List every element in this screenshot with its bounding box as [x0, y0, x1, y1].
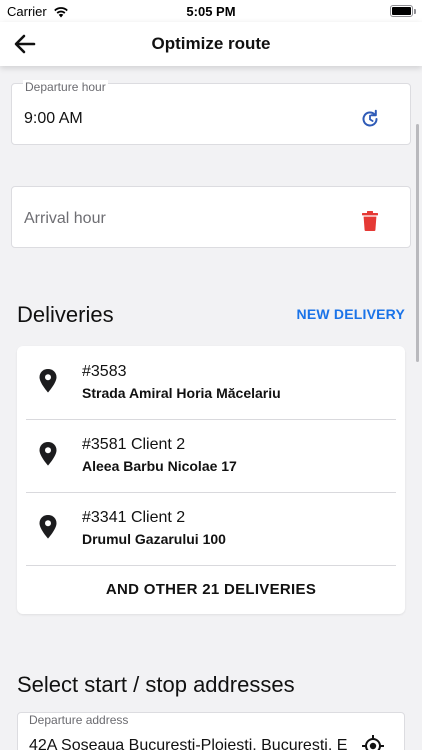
departure-address-field[interactable]: Departure address 42A Soseaua Bucuresti-…: [17, 712, 405, 750]
departure-hour-field[interactable]: Departure hour 9:00 AM: [11, 80, 411, 145]
battery-fill: [392, 7, 411, 15]
locate-icon[interactable]: [362, 735, 384, 750]
delivery-id: #3583: [82, 363, 127, 380]
divider: [26, 565, 396, 566]
departure-hour-value: 9:00 AM: [24, 110, 83, 127]
page-title: Optimize route: [151, 34, 271, 53]
location-pin-icon: [39, 369, 57, 393]
navigation-bar: Optimize route: [0, 22, 422, 66]
location-pin-icon: [39, 515, 57, 539]
deliveries-card: #3583 Strada Amiral Horia Măcelariu #358…: [17, 346, 405, 614]
arrival-hour-placeholder: Arrival hour: [24, 210, 106, 227]
departure-address-label: Departure address: [29, 713, 129, 727]
arrival-hour-field[interactable]: Arrival hour: [11, 186, 411, 248]
delivery-address: Strada Amiral Horia Măcelariu: [82, 385, 281, 401]
departure-address-value: 42A Soseaua Bucuresti-Ploiesti, Bucurest…: [29, 737, 348, 750]
departure-hour-label: Departure hour: [23, 80, 108, 94]
delivery-item[interactable]: #3581 Client 2 Aleea Barbu Nicolae 17: [26, 419, 396, 492]
scroll-content[interactable]: Departure hour 9:00 AM Arrival hour Deli…: [0, 66, 422, 750]
delivery-id: #3341 Client 2: [82, 509, 186, 526]
battery-icon: [390, 5, 416, 17]
delivery-item[interactable]: #3341 Client 2 Drumul Gazarului 100: [26, 492, 396, 565]
scrollbar[interactable]: [416, 124, 419, 362]
deliveries-title: Deliveries: [17, 302, 114, 327]
delivery-id: #3581 Client 2: [82, 436, 186, 453]
other-deliveries-button[interactable]: AND OTHER 21 DELIVERIES: [17, 581, 405, 598]
delivery-address: Drumul Gazarului 100: [82, 531, 226, 547]
status-bar: Carrier 5:05 PM: [0, 0, 422, 22]
new-delivery-button[interactable]: NEW DELIVERY: [297, 306, 405, 322]
trash-icon[interactable]: [361, 211, 379, 231]
status-time: 5:05 PM: [186, 4, 236, 19]
reset-time-icon[interactable]: [359, 108, 381, 130]
location-pin-icon: [39, 442, 57, 466]
delivery-item[interactable]: #3583 Strada Amiral Horia Măcelariu: [26, 346, 396, 419]
delivery-address: Aleea Barbu Nicolae 17: [82, 458, 237, 474]
addresses-title: Select start / stop addresses: [17, 672, 295, 697]
